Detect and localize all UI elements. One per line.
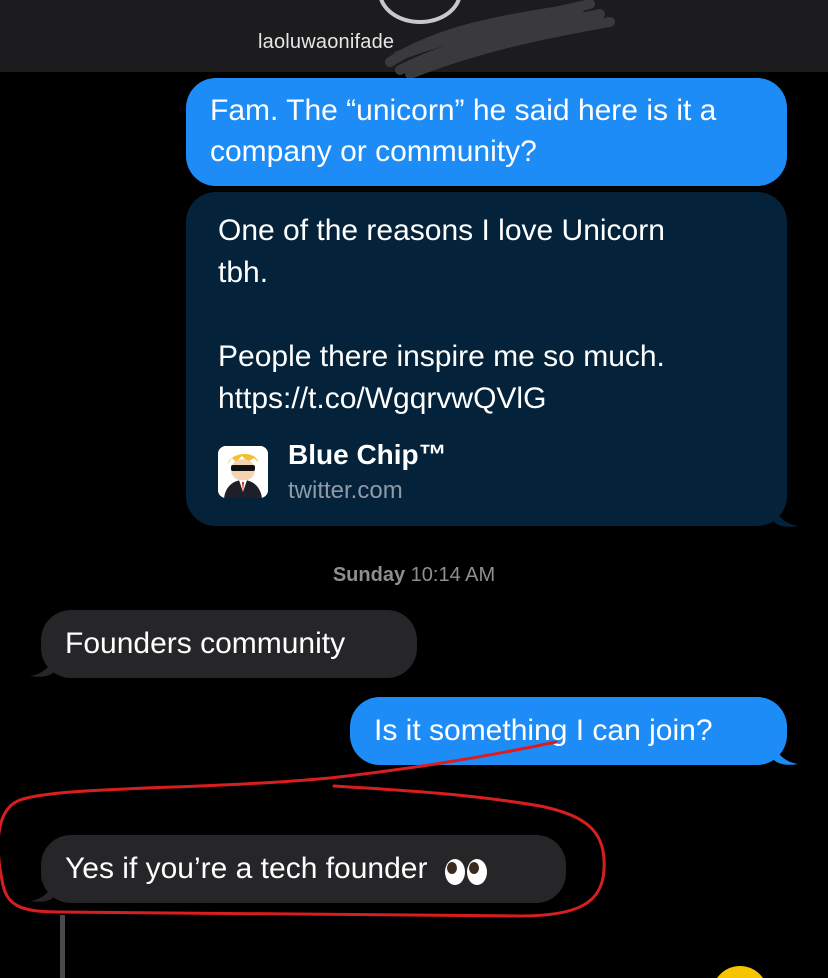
- message-text: Fam. The “unicorn” he said here is it a …: [210, 94, 717, 168]
- link-message-line: One of the reasons I love Unicorn: [218, 214, 665, 247]
- contact-name[interactable]: laoluwaonifade: [258, 31, 394, 54]
- bubble-tail: [30, 881, 54, 902]
- message-text: Is it something I can join?: [374, 714, 713, 747]
- link-preview-title: Blue Chip™: [288, 439, 447, 470]
- link-thumbnail-icon: [218, 446, 268, 498]
- message-text: Founders community: [65, 627, 346, 660]
- link-url[interactable]: https://t.co/WgqrvwQVlG: [218, 378, 763, 420]
- timestamp: Sunday 10:14 AM: [0, 564, 828, 587]
- bubble-tail: [774, 744, 798, 765]
- reply-thread-line: [60, 915, 65, 978]
- message-bubble-incoming[interactable]: Yes if you’re a tech founder: [41, 835, 566, 903]
- message-text: Yes if you’re a tech founder: [65, 852, 428, 885]
- timestamp-time: 10:14 AM: [410, 564, 496, 586]
- redaction-scribble: [385, 0, 615, 79]
- link-preview[interactable]: Blue Chip™ twitter.com: [218, 438, 738, 504]
- bubble-tail: [30, 656, 54, 677]
- imessage-screen: laoluwaonifade Fam. The “unicorn” he sai…: [0, 0, 828, 978]
- link-preview-domain: twitter.com: [288, 477, 403, 504]
- emoji-reaction-icon: [712, 966, 768, 978]
- bubble-tail: [774, 506, 798, 527]
- link-message-line: tbh.: [218, 256, 269, 289]
- link-message-bubble[interactable]: One of the reasons I love Unicorn tbh. P…: [186, 192, 787, 526]
- timestamp-day: Sunday: [332, 564, 406, 586]
- message-bubble-outgoing[interactable]: Is it something I can join?: [350, 697, 787, 765]
- message-bubble-outgoing[interactable]: Fam. The “unicorn” he said here is it a …: [186, 78, 787, 186]
- link-message-line: People there inspire me so much.: [218, 340, 665, 373]
- message-bubble-incoming[interactable]: Founders community: [41, 610, 417, 678]
- conversation-header: laoluwaonifade: [0, 0, 828, 79]
- eyes-emoji-icon: [444, 856, 488, 886]
